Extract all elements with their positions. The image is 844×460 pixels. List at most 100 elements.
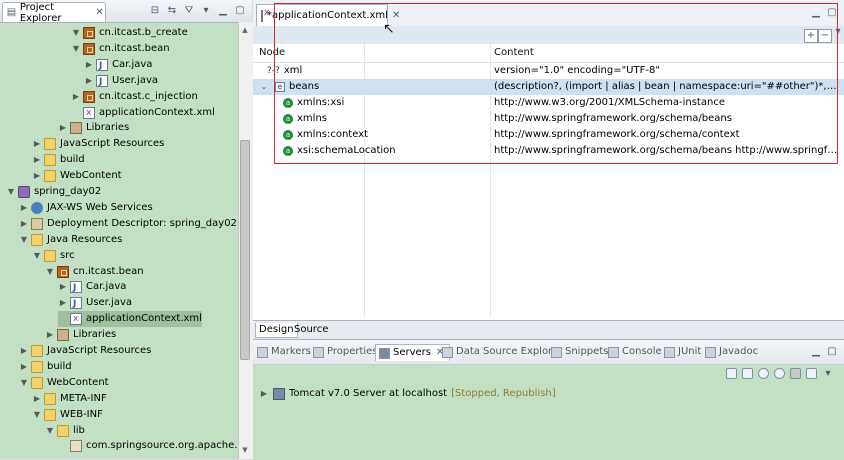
tree-item[interactable]: applicationContext.xml [71, 105, 215, 121]
collapse-all-icon[interactable]: ⊟ [149, 5, 161, 17]
content-cell: http://www.w3.org/2001/XMLSchema-instanc… [494, 97, 725, 108]
publish-icon[interactable] [806, 368, 817, 379]
collapsed-twisty-icon[interactable]: ▶ [71, 89, 81, 105]
expanded-twisty-icon[interactable]: ▼ [71, 41, 81, 57]
collapsed-twisty-icon[interactable]: ▶ [45, 327, 55, 343]
tree-item[interactable]: ▶ cn.itcast.c_injection [71, 89, 198, 105]
tree-item[interactable]: ▶ User.java [84, 73, 158, 90]
tab-source[interactable]: Source [291, 323, 331, 337]
scroll-down-icon[interactable]: ▼ [240, 446, 250, 456]
start-server-icon[interactable] [758, 368, 769, 379]
xml-node-row[interactable]: a xmlns:context http://www.springframework… [253, 127, 844, 143]
expanded-twisty-icon[interactable]: ⌄ [259, 79, 269, 95]
collapsed-twisty-icon[interactable]: ▶ [19, 343, 29, 359]
expanded-twisty-icon[interactable]: ▼ [45, 264, 55, 280]
server-row[interactable]: ▶ Tomcat v7.0 Server at localhost [Stopp… [259, 386, 556, 402]
tree-item[interactable]: ▶ Car.java [58, 279, 127, 296]
collapsed-twisty-icon[interactable]: ▶ [58, 120, 68, 136]
tree-item[interactable]: ▼ WebContent [19, 375, 109, 391]
view-menu-icon[interactable]: ▾ [822, 368, 834, 380]
collapsed-twisty-icon[interactable]: ▶ [84, 57, 94, 73]
tab-snippets[interactable]: Snippets [551, 344, 608, 360]
close-icon[interactable]: ✕ [94, 7, 105, 19]
tree-scrollbar-thumb[interactable] [240, 140, 250, 360]
tree-item[interactable]: ▼ lib [45, 423, 85, 439]
collapsed-twisty-icon[interactable]: ▶ [58, 279, 68, 295]
xml-node-row[interactable]: a xmlns:xsi http://www.w3.org/2001/XMLSche… [253, 95, 844, 111]
tree-item[interactable]: ▶ JavaScript Resources [19, 343, 151, 359]
tree-item[interactable]: ▼ cn.itcast.b_create [71, 25, 188, 41]
expand-icon[interactable]: ▶ [259, 386, 269, 402]
expanded-twisty-icon[interactable]: ▼ [71, 25, 81, 41]
tree-item[interactable]: ▶ Libraries [58, 120, 129, 136]
expanded-twisty-icon[interactable]: ▼ [19, 232, 29, 248]
tree-item[interactable]: ▼ cn.itcast.bean [45, 264, 144, 280]
xml-node-row[interactable]: a xmlns http://www.springframework.org/sch… [253, 111, 844, 127]
maximize-icon[interactable]: ▢ [826, 7, 838, 19]
expanded-twisty-icon[interactable]: ▼ [19, 375, 29, 391]
collapsed-twisty-icon[interactable]: ▶ [32, 152, 42, 168]
tree-item[interactable]: ▶ Deployment Descriptor: spring_day02 [19, 216, 237, 232]
tab-console[interactable]: Console [608, 344, 662, 360]
java-file-icon [70, 280, 82, 296]
tree-item[interactable]: ▼ WEB-INF [32, 407, 103, 423]
xml-node-row[interactable]: a xsi:schemaLocation http://www.springfram… [253, 143, 844, 159]
content-column-header[interactable]: Content [488, 44, 534, 62]
collapsed-twisty-icon[interactable]: ▶ [19, 216, 29, 232]
new-server-icon[interactable] [726, 368, 737, 379]
minimize-icon[interactable]: ▁ [810, 346, 822, 358]
collapsed-twisty-icon[interactable]: ▶ [19, 200, 29, 216]
view-menu-icon[interactable]: ▾ [200, 5, 212, 17]
maximize-icon[interactable]: ▢ [826, 346, 838, 358]
scroll-up-icon[interactable]: ▲ [240, 26, 250, 36]
xml-node-row[interactable]: ?-? xml version="1.0" encoding="UTF-8" [253, 63, 844, 79]
xml-node-row[interactable]: ⌄ e beans (description?, (import | alias | … [253, 79, 844, 95]
expanded-twisty-icon[interactable]: ▼ [32, 407, 42, 423]
tab-data-source-explorer[interactable]: Data Source Explorer [442, 344, 562, 360]
tab-markers[interactable]: Markers [257, 344, 311, 360]
node-column-header[interactable]: Node [253, 44, 285, 62]
minimize-icon[interactable]: ▁ [810, 7, 822, 19]
tree-item[interactable]: com.springsource.org.apache.comm [58, 438, 238, 454]
tree-item[interactable]: ▶ build [32, 152, 85, 168]
profile-server-icon[interactable] [774, 368, 785, 379]
minimize-icon[interactable]: ▁ [217, 5, 229, 17]
tab-properties[interactable]: Properties [313, 344, 378, 360]
collapsed-twisty-icon[interactable]: ▶ [32, 168, 42, 184]
filter-icon[interactable]: ⛛ [183, 5, 195, 17]
stop-server-icon[interactable] [790, 368, 801, 379]
tree-item[interactable]: ▶ JAX-WS Web Services [19, 200, 153, 216]
view-menu-icon[interactable]: ▾ [832, 26, 844, 38]
tree-item[interactable]: ▼ cn.itcast.bean [71, 41, 170, 57]
tree-item[interactable]: ▼ spring_day02 [6, 184, 101, 200]
tree-item[interactable]: ▶ User.java [58, 295, 132, 312]
collapsed-twisty-icon[interactable]: ▶ [58, 295, 68, 311]
tree-item[interactable]: ▶ Car.java [84, 57, 153, 74]
tree-item[interactable]: ▶ META-INF [32, 391, 107, 407]
tab-junit[interactable]: JUnit [664, 344, 701, 360]
tree-item[interactable]: applicationContext.xml [58, 311, 202, 328]
tab-javadoc[interactable]: Javadoc [705, 344, 758, 360]
tree-item[interactable]: ▶ JavaScript Resources [32, 136, 164, 152]
close-icon[interactable]: ✕ [392, 10, 400, 22]
expanded-twisty-icon[interactable]: ▼ [6, 184, 16, 200]
editor-tab[interactable]: *applicationContext.xml ✕ [256, 4, 400, 26]
collapsed-twisty-icon[interactable]: ▶ [19, 359, 29, 375]
maximize-icon[interactable]: ▢ [234, 5, 246, 17]
expanded-twisty-icon[interactable]: ▼ [45, 423, 55, 439]
tree-item[interactable]: ▼ src [32, 248, 75, 264]
expanded-twisty-icon[interactable]: ▼ [32, 248, 42, 264]
collapsed-twisty-icon[interactable]: ▶ [32, 391, 42, 407]
collapsed-twisty-icon[interactable]: ▶ [84, 73, 94, 89]
tree-item[interactable]: ▶ build [19, 359, 72, 375]
tree-item[interactable]: ▶ WebContent [32, 168, 122, 184]
collapsed-twisty-icon[interactable]: ▶ [32, 136, 42, 152]
debug-server-icon[interactable] [742, 368, 753, 379]
tree-item[interactable]: ▶ Libraries [45, 327, 116, 343]
expand-all-icon[interactable]: + [804, 29, 818, 43]
tab-servers[interactable]: Servers ✕ [375, 344, 451, 361]
collapse-all-icon[interactable]: − [818, 29, 832, 43]
link-with-editor-icon[interactable]: ⇆ [166, 5, 178, 17]
tree-item[interactable]: ▼ Java Resources [19, 232, 122, 248]
project-explorer-tab[interactable]: ▤ Project Explorer ✕ [2, 2, 106, 24]
